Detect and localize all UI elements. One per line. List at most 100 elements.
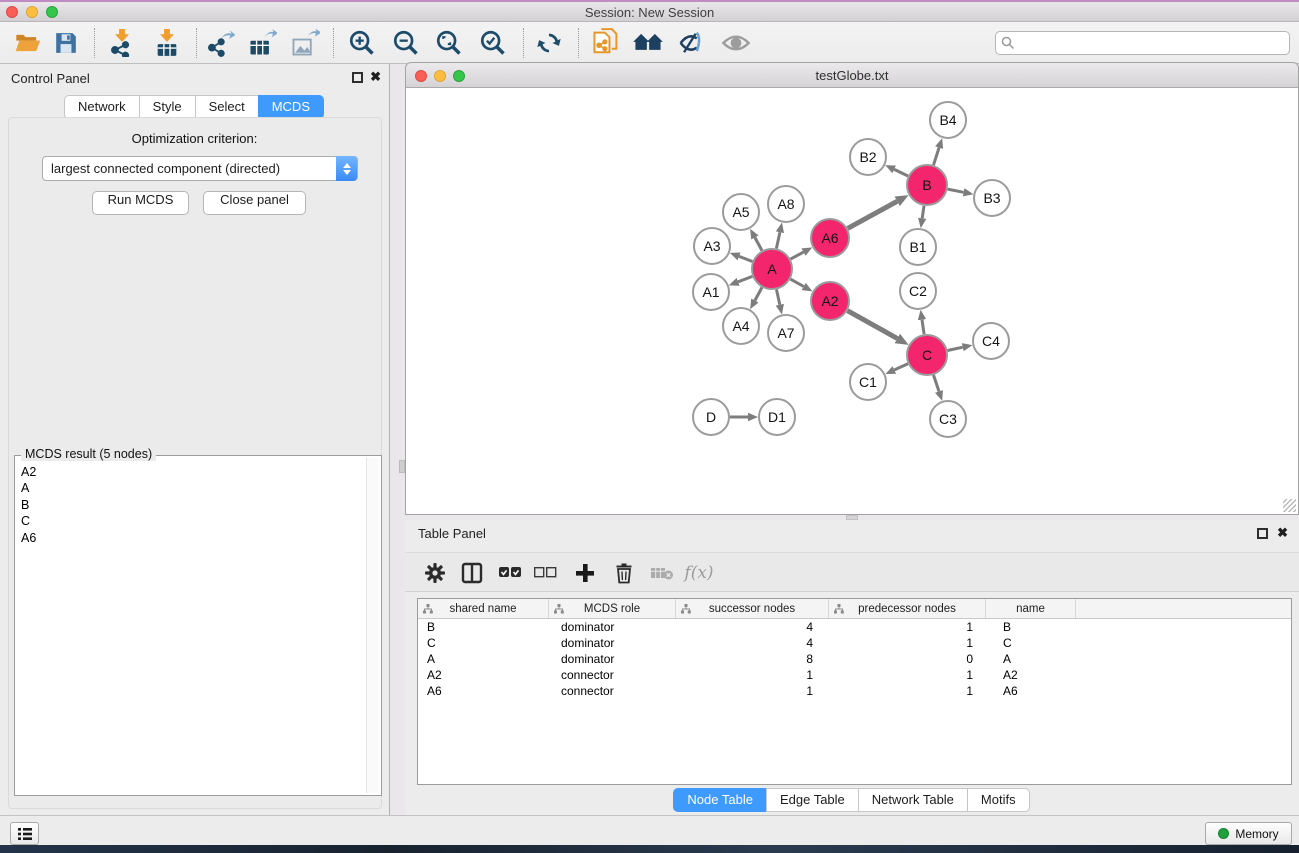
graph-node-B1[interactable]: B1	[900, 229, 936, 265]
graph-edge-B-B4[interactable]	[934, 148, 940, 165]
column-header-successor-nodes[interactable]: successor nodes	[676, 599, 829, 618]
table-cell[interactable]: dominator	[549, 620, 676, 634]
graph-node-C[interactable]: C	[907, 335, 947, 375]
window-resize-grip[interactable]	[1283, 499, 1296, 512]
table-tab-network-table[interactable]: Network Table	[858, 788, 968, 812]
graph-edge-C-C2[interactable]	[922, 320, 924, 335]
table-cell[interactable]: A6	[986, 684, 1076, 698]
memory-button[interactable]: Memory	[1205, 822, 1292, 845]
result-list-scrollbar[interactable]	[366, 458, 379, 793]
graph-edge-C-C4[interactable]	[948, 347, 963, 350]
graph-node-A6[interactable]: A6	[811, 219, 849, 257]
graph-node-A2[interactable]: A2	[811, 282, 849, 320]
graph-node-A5[interactable]: A5	[723, 194, 759, 230]
table-cell[interactable]: A	[986, 652, 1076, 666]
graph-node-C1[interactable]: C1	[850, 364, 886, 400]
graph-edge-A6-B[interactable]	[848, 201, 898, 228]
graph-node-C3[interactable]: C3	[930, 401, 966, 437]
column-split-icon[interactable]	[456, 557, 488, 589]
table-cell[interactable]: C	[986, 636, 1076, 650]
graph-node-B2[interactable]: B2	[850, 139, 886, 175]
table-cell[interactable]: 0	[829, 652, 986, 666]
table-cell[interactable]: 1	[676, 684, 829, 698]
table-row[interactable]: A2connector11A2	[418, 667, 1291, 683]
graph-node-A3[interactable]: A3	[694, 228, 730, 264]
table-cell[interactable]: dominator	[549, 652, 676, 666]
table-row[interactable]: A6connector11A6	[418, 683, 1291, 699]
graph-edge-A2-C[interactable]	[848, 311, 898, 339]
run-mcds-button[interactable]: Run MCDS	[92, 191, 189, 215]
criterion-select[interactable]: largest connected component (directed)	[42, 156, 358, 181]
column-header-shared-name[interactable]: shared name	[418, 599, 549, 618]
import-network-icon[interactable]	[105, 27, 139, 59]
table-row[interactable]: Cdominator41C	[418, 635, 1291, 651]
export-network-icon[interactable]	[203, 27, 237, 59]
search-input[interactable]	[995, 31, 1290, 55]
add-column-icon[interactable]	[569, 557, 601, 589]
graph-edge-A-A3[interactable]	[739, 256, 752, 261]
graph-node-C4[interactable]: C4	[973, 323, 1009, 359]
graph-edge-C-C3[interactable]	[934, 375, 940, 391]
tab-select[interactable]: Select	[195, 95, 259, 119]
graph-edge-B-B1[interactable]	[922, 206, 924, 219]
network-canvas[interactable]: B4 B2 B B3 A8 A5 A6 A3 B1 A C2 A1 A2	[405, 88, 1299, 515]
graph-edge-A-A8[interactable]	[776, 232, 780, 248]
table-cell[interactable]: 8	[676, 652, 829, 666]
table-tab-motifs[interactable]: Motifs	[967, 788, 1030, 812]
graph-edge-B-B3[interactable]	[948, 189, 964, 192]
graph-edge-A-A7[interactable]	[777, 290, 780, 305]
table-row[interactable]: Adominator80A	[418, 651, 1291, 667]
column-header-name[interactable]: name	[986, 599, 1076, 618]
tab-style[interactable]: Style	[139, 95, 196, 119]
tab-mcds[interactable]: MCDS	[258, 95, 324, 119]
float-panel-icon[interactable]	[352, 72, 363, 83]
zoom-out-icon[interactable]	[389, 27, 423, 59]
table-cell[interactable]: 1	[829, 620, 986, 634]
import-table-icon[interactable]	[150, 27, 184, 59]
column-header-predecessor-nodes[interactable]: predecessor nodes	[829, 599, 986, 618]
export-table-icon[interactable]	[245, 27, 279, 59]
graph-node-D1[interactable]: D1	[759, 399, 795, 435]
close-panel-icon[interactable]: ✖	[370, 69, 381, 85]
close-table-panel-icon[interactable]: ✖	[1277, 525, 1288, 541]
table-tab-node-table[interactable]: Node Table	[673, 788, 767, 812]
hide-details-icon[interactable]	[674, 27, 708, 59]
graph-node-D[interactable]: D	[693, 399, 729, 435]
graph-edge-A-A4[interactable]	[755, 287, 762, 300]
float-table-panel-icon[interactable]	[1257, 528, 1268, 539]
graph-edge-A-A2[interactable]	[790, 279, 803, 286]
table-cell[interactable]: 1	[676, 668, 829, 682]
select-all-icon[interactable]	[494, 557, 526, 589]
table-row[interactable]: Bdominator41B	[418, 619, 1291, 635]
show-details-icon[interactable]	[719, 27, 753, 59]
result-list-item[interactable]: A	[17, 480, 366, 496]
table-cell[interactable]: A6	[418, 684, 549, 698]
graph-node-A4[interactable]: A4	[723, 308, 759, 344]
graph-edge-A-A1[interactable]	[738, 276, 752, 281]
graph-node-A[interactable]: A	[752, 249, 792, 289]
table-tab-edge-table[interactable]: Edge Table	[766, 788, 859, 812]
export-image-icon[interactable]	[288, 27, 322, 59]
canvas-vertical-scrollbar[interactable]	[399, 460, 405, 473]
table-cell[interactable]: 1	[829, 684, 986, 698]
result-list-item[interactable]: A2	[17, 464, 366, 480]
graph-node-B[interactable]: B	[907, 165, 947, 205]
close-panel-button[interactable]: Close panel	[203, 191, 306, 215]
refresh-view-icon[interactable]	[532, 27, 566, 59]
table-cell[interactable]: A	[418, 652, 549, 666]
table-cell[interactable]: 1	[829, 636, 986, 650]
result-list-item[interactable]: A6	[17, 530, 366, 546]
home-icon[interactable]	[631, 27, 665, 59]
save-session-icon[interactable]	[49, 27, 83, 59]
zoom-fit-icon[interactable]	[432, 27, 466, 59]
delete-table-icon[interactable]	[646, 557, 678, 589]
graph-edge-B-B2[interactable]	[894, 169, 908, 176]
table-cell[interactable]: 4	[676, 636, 829, 650]
result-list-item[interactable]: C	[17, 513, 366, 529]
zoom-selected-icon[interactable]	[476, 27, 510, 59]
graph-edge-A-A5[interactable]	[755, 238, 762, 251]
table-cell[interactable]: connector	[549, 684, 676, 698]
function-builder-icon[interactable]: f(x)	[683, 557, 715, 589]
table-cell[interactable]: dominator	[549, 636, 676, 650]
zoom-in-icon[interactable]	[345, 27, 379, 59]
